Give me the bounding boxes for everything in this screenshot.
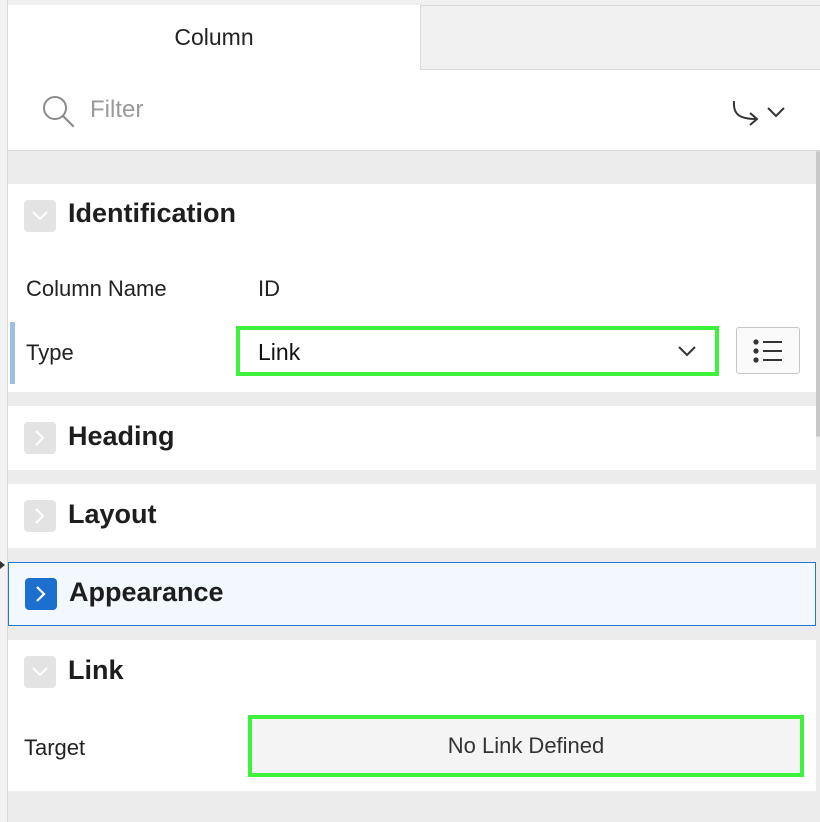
section-header-identification[interactable]: Identification (8, 184, 816, 248)
property-list[interactable]: Identification Column Name ID Type Link (8, 151, 820, 822)
search-icon (43, 96, 75, 128)
filter-input[interactable] (90, 92, 590, 128)
scrollbar-thumb[interactable] (816, 151, 820, 437)
expand-toggle-appearance[interactable] (25, 578, 57, 610)
type-select-value: Link (258, 339, 301, 365)
tab-bar: Column (8, 0, 820, 70)
collapse-toggle-identification[interactable] (24, 200, 56, 232)
section-heading[interactable]: Heading (8, 406, 816, 470)
type-label: Type (26, 340, 74, 365)
chevron-down-icon (767, 107, 785, 118)
collapse-toggle-link[interactable] (24, 656, 56, 688)
section-title: Link (68, 655, 124, 685)
go-to-group-button[interactable] (730, 96, 798, 128)
filter-bar (8, 70, 820, 151)
expand-toggle-heading[interactable] (24, 422, 56, 454)
list-options-button[interactable] (736, 327, 800, 374)
section-title: Layout (68, 499, 157, 529)
expand-toggle-layout[interactable] (24, 500, 56, 532)
property-editor: Column Filter Identification Column Name… (8, 0, 820, 822)
chevron-down-icon (32, 211, 48, 221)
chevron-down-icon (32, 667, 48, 677)
target-link-button[interactable]: No Link Defined (248, 715, 804, 777)
active-row-marker (10, 322, 15, 384)
section-layout[interactable]: Layout (8, 484, 816, 548)
tab-column[interactable]: Column (8, 5, 421, 70)
section-link: Link Target No Link Defined (8, 640, 816, 791)
chevron-right-icon (36, 586, 46, 602)
type-select[interactable]: Link (236, 326, 719, 376)
section-identification: Identification Column Name ID Type Link (8, 184, 816, 392)
column-name-label: Column Name (26, 276, 167, 301)
list-icon (753, 338, 782, 363)
section-title: Appearance (69, 577, 224, 607)
section-header-link[interactable]: Link (8, 640, 816, 704)
chevron-down-icon (678, 346, 696, 357)
splitter-arrow-icon (0, 561, 5, 569)
go-to-arrow-icon (732, 100, 759, 126)
chevron-right-icon (35, 430, 45, 446)
chevron-right-icon (35, 508, 45, 524)
target-label: Target (24, 735, 86, 760)
column-name-value: ID (258, 276, 280, 301)
section-title: Identification (68, 198, 236, 228)
section-title: Heading (68, 421, 175, 451)
left-splitter[interactable] (0, 0, 8, 822)
section-appearance[interactable]: Appearance (8, 562, 816, 626)
